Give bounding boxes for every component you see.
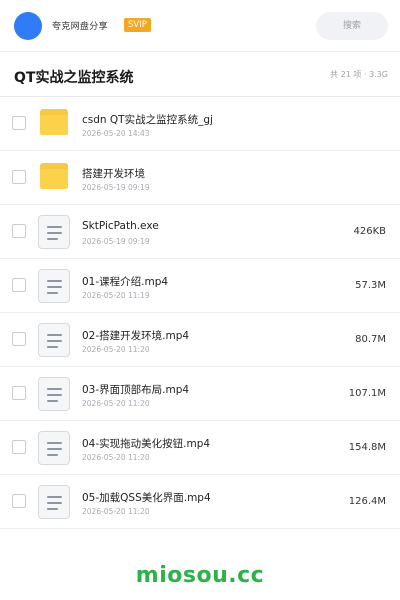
file-size: 154.8M: [348, 442, 386, 453]
search-button[interactable]: 搜索: [316, 12, 388, 40]
header: 夸克网盘分享 SVIP 搜索: [0, 0, 400, 52]
list-item[interactable]: 02-搭建开发环境.mp4 2026-05-20 11:20 80.7M: [0, 313, 400, 367]
document-icon: [36, 215, 72, 249]
list-item[interactable]: 搭建开发环境 2026-05-19 09:19: [0, 151, 400, 205]
select-checkbox[interactable]: [12, 116, 26, 130]
file-name[interactable]: 05-加载QSS美化界面.mp4: [82, 490, 211, 505]
watermark: miosou.cc: [135, 563, 265, 588]
document-icon-shape: [38, 215, 70, 249]
list-item[interactable]: 03-界面顶部布局.mp4 2026-05-20 11:20 107.1M: [0, 367, 400, 421]
list-item[interactable]: csdn QT实战之监控系统_gj 2026-05-20 14:43: [0, 97, 400, 151]
document-icon: [36, 377, 72, 411]
file-name[interactable]: 02-搭建开发环境.mp4: [82, 328, 189, 343]
select-checkbox[interactable]: [12, 332, 26, 346]
select-checkbox[interactable]: [12, 224, 26, 238]
svip-badge: SVIP: [124, 18, 151, 32]
file-size: 80.7M: [355, 334, 386, 345]
list-item[interactable]: 01-课程介绍.mp4 2026-05-20 11:19 57.3M: [0, 259, 400, 313]
list-item[interactable]: 05-加载QSS美化界面.mp4 2026-05-20 11:20 126.4M: [0, 475, 400, 529]
file-name[interactable]: 03-界面顶部布局.mp4: [82, 382, 189, 397]
file-name[interactable]: SktPicPath.exe: [82, 220, 159, 232]
folder-summary: 共 21 项 · 3.3G: [330, 70, 388, 79]
folder-icon-shape: [40, 163, 68, 189]
file-date: 2026-05-20 11:20: [82, 399, 150, 408]
document-icon: [36, 485, 72, 519]
file-date: 2026-05-20 11:20: [82, 507, 150, 516]
folder-icon: [36, 107, 72, 141]
file-date: 2026-05-19 09:19: [82, 183, 150, 192]
select-checkbox[interactable]: [12, 386, 26, 400]
avatar[interactable]: [14, 12, 42, 40]
folder-icon-shape: [40, 109, 68, 135]
list-item[interactable]: 04-实现拖动美化按钮.mp4 2026-05-20 11:20 154.8M: [0, 421, 400, 475]
file-size: 426KB: [353, 226, 386, 237]
folder-icon: [36, 161, 72, 195]
document-icon: [36, 269, 72, 303]
file-date: 2026-05-20 11:20: [82, 453, 150, 462]
file-name[interactable]: 01-课程介绍.mp4: [82, 274, 168, 289]
file-size: 57.3M: [355, 280, 386, 291]
select-checkbox[interactable]: [12, 494, 26, 508]
file-date: 2026-05-20 11:20: [82, 345, 150, 354]
file-size: 126.4M: [348, 496, 386, 507]
file-date: 2026-05-20 11:19: [82, 291, 150, 300]
file-date: 2026-05-19 09:19: [82, 237, 150, 246]
document-icon: [36, 431, 72, 465]
folder-title-bar: QT实战之监控系统 共 21 项 · 3.3G: [0, 53, 400, 97]
select-checkbox[interactable]: [12, 440, 26, 454]
document-icon-shape: [38, 431, 70, 465]
document-icon-shape: [38, 377, 70, 411]
list-item[interactable]: SktPicPath.exe 2026-05-19 09:19 426KB: [0, 205, 400, 259]
file-size: 107.1M: [348, 388, 386, 399]
select-checkbox[interactable]: [12, 170, 26, 184]
file-date: 2026-05-20 14:43: [82, 129, 150, 138]
document-icon: [36, 323, 72, 357]
document-icon-shape: [38, 485, 70, 519]
page-title: QT实战之监控系统: [14, 70, 134, 86]
file-name[interactable]: 搭建开发环境: [82, 166, 145, 181]
file-name[interactable]: csdn QT实战之监控系统_gj: [82, 112, 213, 127]
file-name[interactable]: 04-实现拖动美化按钮.mp4: [82, 436, 210, 451]
share-source-label: 夸克网盘分享: [52, 22, 108, 32]
document-icon-shape: [38, 269, 70, 303]
select-checkbox[interactable]: [12, 278, 26, 292]
file-list: csdn QT实战之监控系统_gj 2026-05-20 14:43 搭建开发环境 2…: [0, 97, 400, 529]
document-icon-shape: [38, 323, 70, 357]
